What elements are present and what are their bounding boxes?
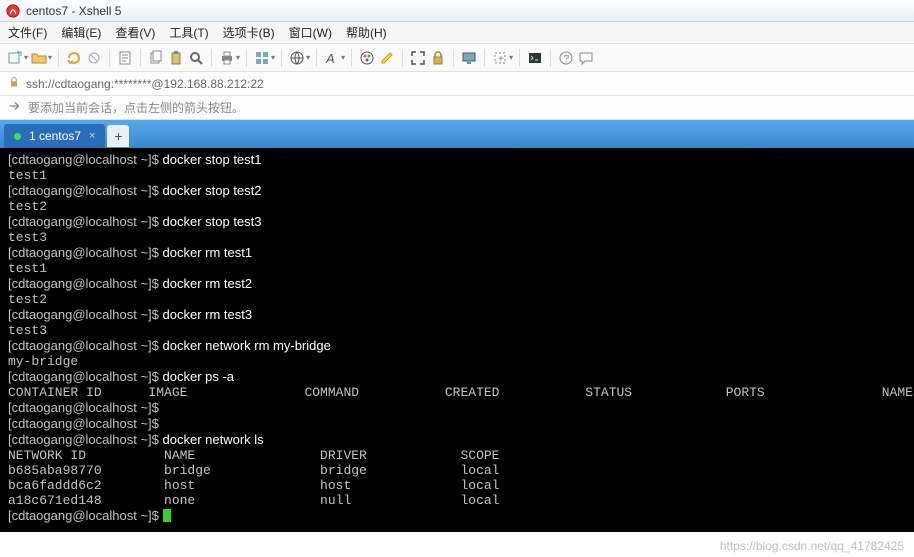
addon-icon[interactable]: + bbox=[491, 49, 509, 67]
arrow-icon[interactable] bbox=[8, 99, 22, 116]
address-text[interactable]: ssh://cdtaogang:********@192.168.88.212:… bbox=[26, 77, 264, 91]
menu-tools[interactable]: 工具(T) bbox=[169, 24, 208, 41]
svg-text:A: A bbox=[325, 51, 335, 66]
tab-label: 1 centos7 bbox=[29, 129, 81, 143]
menu-window[interactable]: 窗口(W) bbox=[289, 24, 332, 41]
terminal-icon[interactable] bbox=[526, 49, 544, 67]
color-icon[interactable] bbox=[358, 49, 376, 67]
disconnect-icon[interactable] bbox=[85, 49, 103, 67]
screen-icon[interactable] bbox=[460, 49, 478, 67]
encoding-icon[interactable] bbox=[288, 49, 306, 67]
find-icon[interactable] bbox=[187, 49, 205, 67]
copy-icon[interactable] bbox=[147, 49, 165, 67]
open-icon[interactable] bbox=[30, 49, 48, 67]
window-titlebar: centos7 - Xshell 5 bbox=[0, 0, 914, 22]
svg-text:+: + bbox=[498, 54, 504, 65]
paste-icon[interactable] bbox=[167, 49, 185, 67]
app-logo-icon bbox=[6, 4, 20, 18]
status-dot-icon bbox=[14, 133, 21, 140]
add-tab-button[interactable]: + bbox=[107, 125, 129, 147]
fullscreen-icon[interactable] bbox=[409, 49, 427, 67]
ssh-lock-icon bbox=[8, 76, 20, 91]
watermark: https://blog.csdn.net/qq_41782425 bbox=[720, 539, 904, 553]
reconnect-icon[interactable] bbox=[65, 49, 83, 67]
menubar: 文件(F) 编辑(E) 查看(V) 工具(T) 选项卡(B) 窗口(W) 帮助(… bbox=[0, 22, 914, 44]
menu-help[interactable]: 帮助(H) bbox=[346, 24, 387, 41]
menu-view[interactable]: 查看(V) bbox=[115, 24, 155, 41]
print-icon[interactable] bbox=[218, 49, 236, 67]
properties-icon[interactable] bbox=[116, 49, 134, 67]
svg-text:?: ? bbox=[564, 54, 570, 65]
menu-tabs[interactable]: 选项卡(B) bbox=[223, 24, 275, 41]
highlight-icon[interactable] bbox=[378, 49, 396, 67]
menu-file[interactable]: 文件(F) bbox=[8, 24, 47, 41]
addressbar: ssh://cdtaogang:********@192.168.88.212:… bbox=[0, 72, 914, 96]
tabstrip: 1 centos7 × + bbox=[0, 120, 914, 148]
terminal-output[interactable]: [cdtaogang@localhost ~]$ docker stop tes… bbox=[0, 148, 914, 532]
help-icon[interactable]: ? bbox=[557, 49, 575, 67]
window-title: centos7 - Xshell 5 bbox=[26, 4, 121, 18]
feedback-icon[interactable] bbox=[577, 49, 595, 67]
menu-edit[interactable]: 编辑(E) bbox=[61, 24, 101, 41]
hint-text: 要添加当前会话，点击左侧的箭头按钮。 bbox=[28, 99, 244, 116]
layout-icon[interactable] bbox=[253, 49, 271, 67]
new-session-icon[interactable] bbox=[6, 49, 24, 67]
hintbar: 要添加当前会话，点击左侧的箭头按钮。 bbox=[0, 96, 914, 120]
lock-icon[interactable] bbox=[429, 49, 447, 67]
tab-close-icon[interactable]: × bbox=[89, 130, 95, 142]
font-icon[interactable]: A bbox=[323, 49, 341, 67]
tab-centos7[interactable]: 1 centos7 × bbox=[4, 124, 105, 148]
toolbar: ▾ ▾ ▾ ▾ ▾ A▾ +▾ ? bbox=[0, 44, 914, 72]
